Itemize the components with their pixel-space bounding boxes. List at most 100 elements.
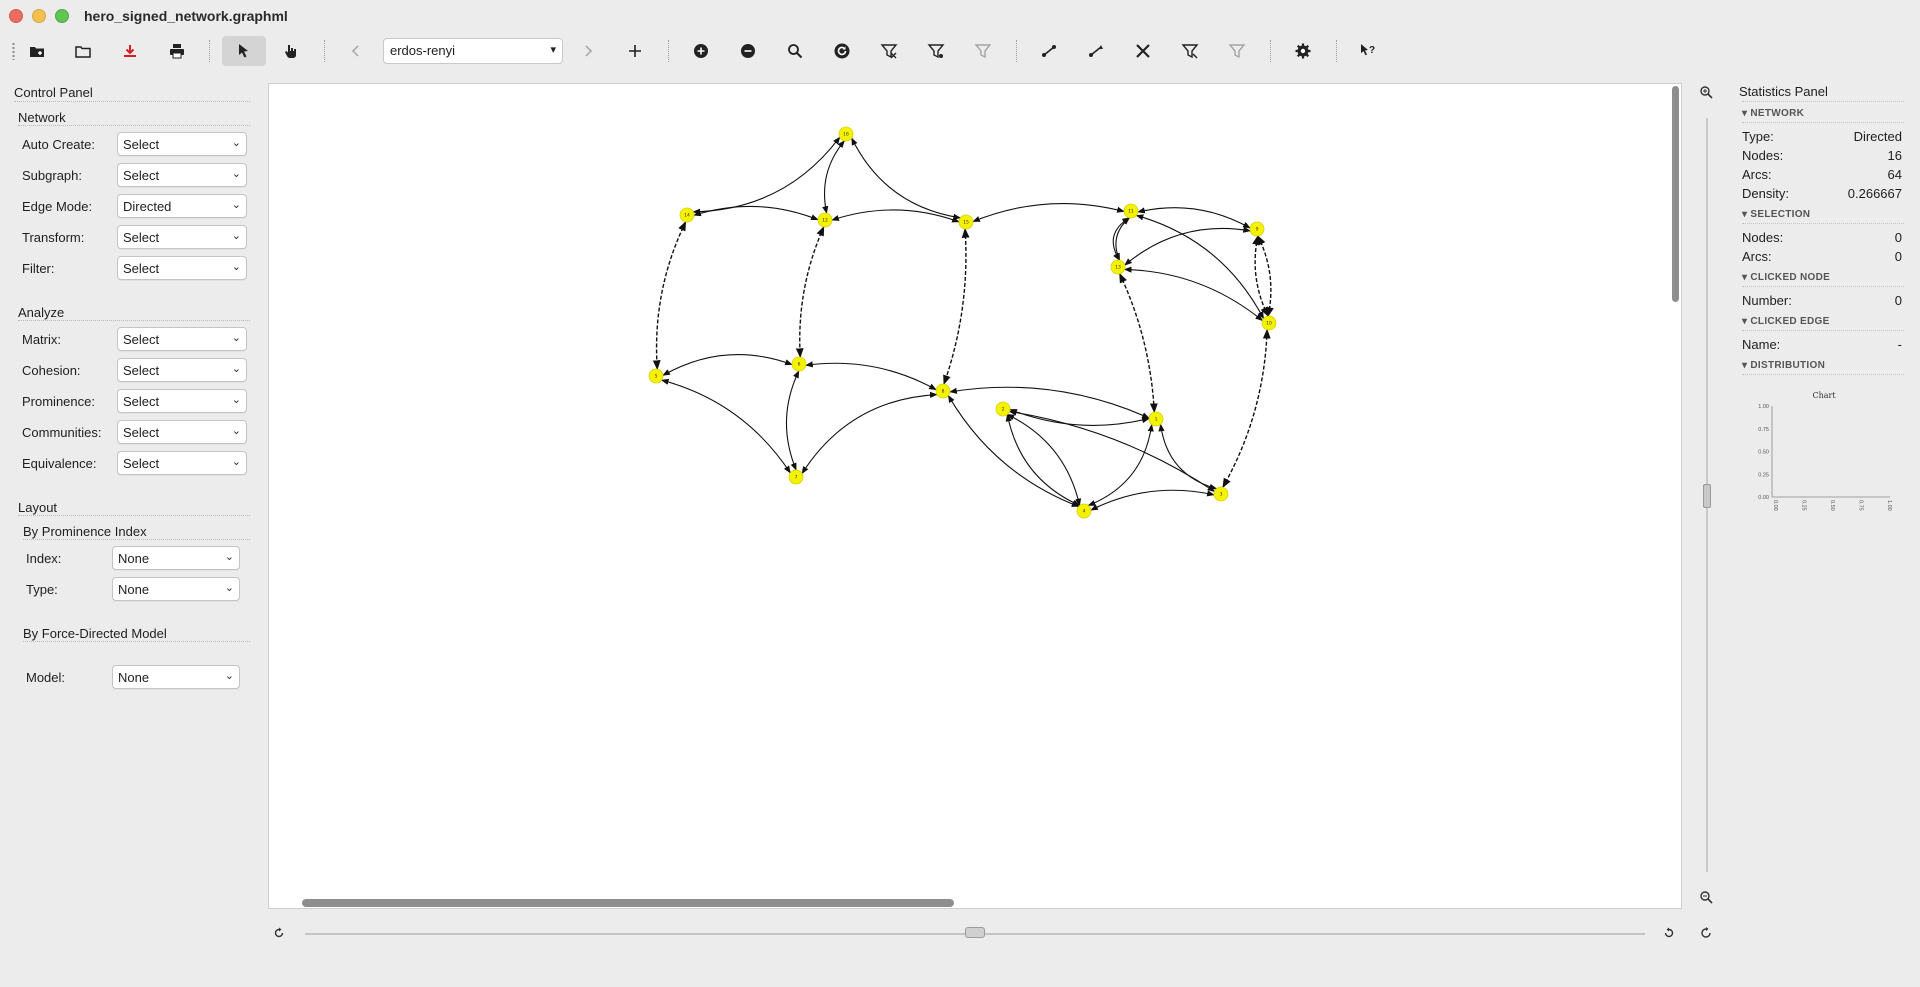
graph-edge[interactable] [851, 137, 962, 220]
graph-edge[interactable] [1222, 328, 1271, 489]
graph-edge[interactable] [1114, 217, 1131, 261]
graph-edge[interactable] [1137, 207, 1251, 229]
zoom-slider-handle[interactable] [1703, 484, 1711, 508]
cohesion-value: Select [123, 363, 160, 378]
graph-edge[interactable] [1257, 235, 1274, 318]
filter-unweighted-button[interactable] [1222, 36, 1252, 66]
graph-node[interactable]: 2 [995, 401, 1011, 417]
graph-edge[interactable] [693, 205, 819, 221]
graph-edge[interactable] [795, 225, 825, 359]
graph-edge[interactable] [1135, 214, 1265, 320]
print-button[interactable] [162, 36, 192, 66]
graph-edge[interactable] [831, 209, 960, 223]
horizontal-scrollbar-thumb[interactable] [302, 899, 954, 907]
graph-edge[interactable] [943, 227, 970, 385]
graph-edge[interactable] [801, 391, 938, 475]
graph-edge[interactable] [692, 136, 841, 215]
subgraph-select[interactable]: Select ⌄ [117, 163, 247, 187]
edge-mode-select[interactable]: Directed ⌄ [117, 194, 247, 218]
zoom-window-button[interactable] [55, 9, 69, 23]
divider [18, 320, 250, 321]
graph-node[interactable]: 4 [1076, 503, 1092, 519]
graph-edge[interactable] [1009, 408, 1150, 426]
graph-edge[interactable] [1090, 489, 1215, 511]
graph-node[interactable]: 9 [1249, 221, 1265, 237]
graph-edge[interactable] [1119, 272, 1158, 414]
filter-clear-button[interactable] [968, 36, 998, 66]
rotate-button[interactable] [827, 36, 857, 66]
rotation-slider-handle[interactable] [965, 927, 985, 938]
graph-node[interactable]: 16 [838, 126, 854, 142]
zoom-search-button[interactable] [780, 36, 810, 66]
graph-edge[interactable] [662, 354, 793, 376]
new-network-button[interactable] [22, 36, 52, 66]
rotate-left-icon[interactable] [270, 924, 288, 942]
edge-add-button[interactable] [1034, 36, 1064, 66]
graph-node[interactable]: 10 [1261, 315, 1277, 331]
toolbar-grip[interactable] [12, 42, 15, 60]
graph-node[interactable]: 3 [1213, 486, 1229, 502]
graph-node[interactable]: 12 [817, 212, 833, 228]
zoom-in-button[interactable] [686, 36, 716, 66]
transform-select[interactable]: Select ⌄ [117, 225, 247, 249]
graph-edge[interactable] [1006, 413, 1082, 507]
graph-node[interactable]: 14 [679, 207, 695, 223]
zoom-out-icon[interactable] [1697, 888, 1715, 906]
edge-mode-button[interactable] [1081, 36, 1111, 66]
whats-this-button[interactable]: ? [1353, 36, 1383, 66]
graph-edge[interactable] [1005, 413, 1081, 507]
pan-mode-button[interactable] [276, 36, 306, 66]
zoom-in-icon[interactable] [1697, 83, 1715, 101]
close-window-button[interactable] [9, 9, 23, 23]
filter-weights-button[interactable] [1175, 36, 1205, 66]
graph-edge[interactable] [805, 361, 937, 391]
tools-button[interactable] [1128, 36, 1158, 66]
graph-edge[interactable] [949, 386, 1150, 419]
index-select[interactable]: None ⌄ [112, 546, 240, 570]
graph-edge[interactable] [1158, 423, 1218, 490]
graph-edge[interactable] [972, 202, 1125, 223]
minimize-window-button[interactable] [32, 9, 46, 23]
graph-edge[interactable] [660, 378, 791, 474]
type-select[interactable]: None ⌄ [112, 577, 240, 601]
graph-node[interactable]: 8 [935, 383, 951, 399]
cohesion-select[interactable]: Select ⌄ [117, 358, 247, 382]
reset-view-icon[interactable] [1697, 924, 1715, 942]
select-mode-button[interactable] [222, 36, 266, 66]
settings-button[interactable] [1288, 36, 1318, 66]
graph-edge[interactable] [652, 220, 687, 371]
graph-edge[interactable] [1123, 266, 1264, 322]
graph-edge[interactable] [785, 370, 800, 471]
graph-edge[interactable] [1124, 226, 1252, 266]
model-select[interactable]: None ⌄ [112, 665, 240, 689]
open-button[interactable] [68, 36, 98, 66]
communities-select[interactable]: Select ⌄ [117, 420, 247, 444]
previous-button[interactable] [341, 36, 371, 66]
equivalence-select[interactable]: Select ⌄ [117, 451, 247, 475]
network-graph[interactable]: 161412 15111391012345678 [269, 84, 1669, 904]
graph-canvas[interactable]: 16 14 12 15 11 13 9 10 1 2 3 4 5 6 7 8 [268, 83, 1682, 909]
add-button[interactable] [620, 36, 650, 66]
filter-nodes-button[interactable] [874, 36, 904, 66]
prominence-select[interactable]: Select ⌄ [117, 389, 247, 413]
graph-node[interactable]: 15 [958, 214, 974, 230]
filter-edges-button[interactable] [921, 36, 951, 66]
graph-node[interactable]: 6 [791, 356, 807, 372]
graph-node[interactable]: 7 [788, 469, 804, 485]
zoom-out-button[interactable] [733, 36, 763, 66]
graph-node[interactable]: 5 [648, 368, 664, 384]
graph-type-select[interactable]: erdos-renyi ▾ [383, 38, 563, 64]
rotate-right-icon[interactable] [1660, 924, 1678, 942]
graph-node[interactable]: 1 [1148, 411, 1164, 427]
save-button[interactable] [115, 36, 145, 66]
filter-select[interactable]: Select ⌄ [117, 256, 247, 280]
distribution-chart: Chart 1.00 0.75 0.50 0.25 0.00 0.00 0.25 0.50 0… [1758, 391, 1892, 511]
graph-node[interactable]: 11 [1123, 203, 1139, 219]
auto-create-select[interactable]: Select ⌄ [117, 132, 247, 156]
graph-edge[interactable] [1252, 234, 1269, 317]
vertical-scrollbar-thumb[interactable] [1672, 86, 1679, 302]
matrix-select[interactable]: Select ⌄ [117, 327, 247, 351]
graph-edge[interactable] [1112, 217, 1131, 261]
next-button[interactable] [573, 36, 603, 66]
graph-node[interactable]: 13 [1110, 259, 1126, 275]
